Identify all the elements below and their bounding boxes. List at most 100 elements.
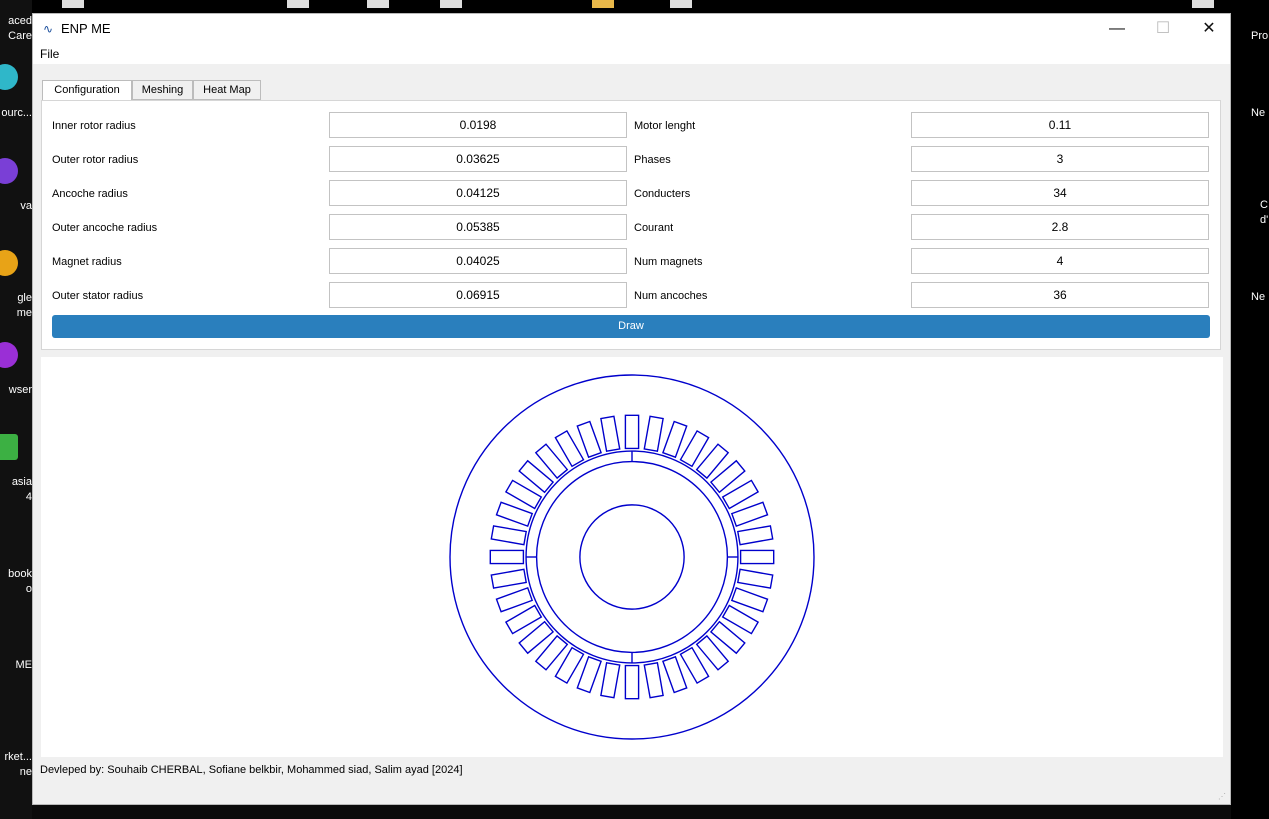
magnet-arc — [631, 556, 739, 664]
magnet-arc — [525, 556, 633, 664]
outer-stator-radius-input[interactable]: 0.06915 — [329, 282, 627, 308]
phases-input[interactable]: 3 — [911, 146, 1209, 172]
motor-drawing-canvas — [41, 357, 1223, 757]
field-label: Outer stator radius — [52, 290, 144, 302]
shortcut-label: ME — [15, 659, 33, 671]
ancoche-radius-input[interactable]: 0.04125 — [329, 180, 627, 206]
desktop-left-strip: aced Care ourc... va gle me wser asia 4 … — [0, 0, 32, 819]
close-button[interactable]: ✕ — [1186, 14, 1232, 44]
stator-slot — [662, 420, 688, 459]
stator-slot — [730, 501, 769, 527]
shortcut-label: ne — [19, 766, 32, 778]
desktop-top-strip — [32, 0, 1231, 13]
shortcut-label: book — [8, 568, 32, 580]
field-label: Outer rotor radius — [52, 154, 139, 166]
shortcut-label[interactable]: Ne — [1251, 291, 1265, 303]
shortcut-label[interactable]: C — [1260, 199, 1268, 211]
shortcut-label: me — [16, 307, 32, 319]
outer-ancoche-radius-input[interactable]: 0.05385 — [329, 214, 627, 240]
shortcut-label: gle — [17, 292, 32, 304]
field-label: Num magnets — [634, 256, 703, 268]
stator-slot — [576, 420, 602, 459]
menu-bar: File — [33, 44, 1230, 64]
app-icon — [0, 434, 18, 460]
field-label: Num ancoches — [634, 290, 708, 302]
magnet-radius-input[interactable]: 0.04025 — [329, 248, 627, 274]
stator-slot — [739, 549, 775, 565]
field-label: Phases — [634, 154, 671, 166]
shortcut-label: aced — [8, 15, 32, 27]
stator-outer-circle — [449, 374, 815, 740]
desktop-right-strip: Pro Ne C d' Ne — [1231, 0, 1269, 819]
desktop-icon[interactable] — [287, 0, 309, 8]
title-bar[interactable]: ∿ ENP ME — ☐ ✕ — [33, 14, 1230, 44]
draw-button[interactable]: Draw — [52, 315, 1210, 338]
app-logo-icon: ∿ — [43, 22, 54, 36]
stator-slot — [600, 415, 621, 453]
stator-slot — [730, 587, 769, 613]
shortcut-label: va — [20, 200, 32, 212]
stator-slot — [600, 661, 621, 699]
field-label: Magnet radius — [52, 256, 122, 268]
field-label: Courant — [634, 222, 674, 234]
shortcut-label: Care — [8, 30, 32, 42]
rotor-outer-circle — [535, 460, 729, 654]
app-icon — [0, 64, 18, 90]
chrome-icon — [0, 250, 18, 276]
stator-slot — [495, 587, 534, 613]
folder-icon[interactable] — [592, 0, 614, 8]
num-ancoches-input[interactable]: 36 — [911, 282, 1209, 308]
shortcut-label[interactable]: d' — [1260, 214, 1268, 226]
inner-rotor-radius-input[interactable]: 0.0198 — [329, 112, 627, 138]
shortcut-label: ourc... — [1, 107, 32, 119]
minimize-button[interactable]: — — [1094, 14, 1140, 44]
stator-slot — [495, 501, 534, 527]
field-label: Inner rotor radius — [52, 120, 136, 132]
app-window: ∿ ENP ME — ☐ ✕ File Configuration Meshin… — [32, 13, 1231, 805]
field-label: Ancoche radius — [52, 188, 128, 200]
menu-file[interactable]: File — [40, 47, 59, 61]
stator-slot — [624, 664, 640, 700]
tab-meshing[interactable]: Meshing — [132, 80, 193, 100]
courant-input[interactable]: 2.8 — [911, 214, 1209, 240]
stator-slot — [643, 661, 664, 699]
desktop-icon[interactable] — [440, 0, 462, 8]
desktop-bottom-strip — [32, 805, 1231, 819]
tab-heat-map[interactable]: Heat Map — [193, 80, 261, 100]
stator-slot — [490, 568, 528, 589]
stator-slot — [624, 414, 640, 450]
browser-icon — [0, 342, 18, 368]
shortcut-label: rket... — [4, 751, 32, 763]
credits-footer: Devleped by: Souhaib CHERBAL, Sofiane be… — [40, 764, 463, 776]
desktop-icon[interactable] — [62, 0, 84, 8]
stator-slot — [662, 655, 688, 694]
desktop-icon[interactable] — [670, 0, 692, 8]
conducters-input[interactable]: 34 — [911, 180, 1209, 206]
shortcut-label[interactable]: Ne — [1251, 107, 1265, 119]
outer-rotor-radius-input[interactable]: 0.03625 — [329, 146, 627, 172]
desktop-icon[interactable] — [1192, 0, 1214, 8]
motor-cross-section — [449, 374, 815, 740]
stator-slot — [490, 525, 528, 546]
field-label: Motor lenght — [634, 120, 696, 132]
stator-slot — [736, 525, 774, 546]
stator-slot — [643, 415, 664, 453]
canva-icon — [0, 158, 18, 184]
tab-configuration[interactable]: Configuration — [42, 80, 132, 101]
resize-grip-icon[interactable]: ⋰ — [1218, 792, 1228, 802]
desktop-icon[interactable] — [367, 0, 389, 8]
field-label: Outer ancoche radius — [52, 222, 158, 234]
stator-slot — [736, 568, 774, 589]
magnet-arc — [631, 450, 739, 558]
shortcut-label: asia — [11, 476, 32, 488]
rotor-inner-circle — [579, 504, 685, 610]
shortcut-label: wser — [8, 384, 32, 396]
configuration-panel: Inner rotor radius 0.0198 Outer rotor ra… — [41, 100, 1221, 350]
maximize-button[interactable]: ☐ — [1140, 14, 1186, 44]
stator-slot — [489, 549, 525, 565]
stator-slot — [576, 655, 602, 694]
field-label: Conducters — [634, 188, 691, 200]
shortcut-label[interactable]: Pro — [1251, 30, 1268, 42]
num-magnets-input[interactable]: 4 — [911, 248, 1209, 274]
motor-length-input[interactable]: 0.11 — [911, 112, 1209, 138]
